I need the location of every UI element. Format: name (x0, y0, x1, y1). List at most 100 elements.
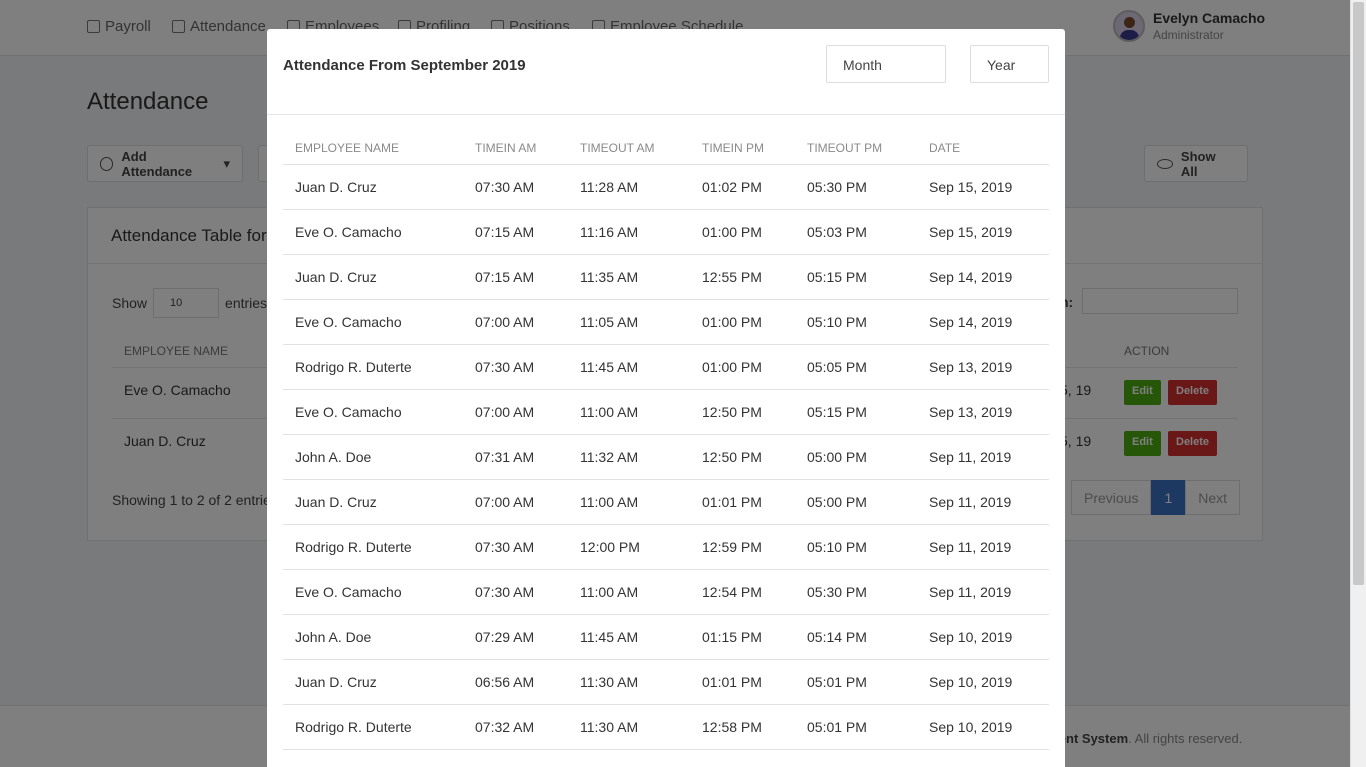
table-row: John A. Doe 07:29 AM 11:45 AM 01:15 PM 05:14… (283, 615, 1049, 660)
table-row: John A. Doe 07:31 AM 11:32 AM 12:50 PM 05:00… (283, 435, 1049, 480)
cell-timein-am: 07:00 AM (475, 314, 535, 330)
cell-timein-am: 07:00 AM (475, 404, 535, 420)
cell-employee-name: Rodrigo R. Duterte (295, 719, 412, 735)
cell-timeout-pm: 05:05 PM (807, 359, 867, 375)
cell-timein-pm: 01:00 PM (702, 314, 762, 330)
modal-header: Attendance From September 2019 Month Yea… (267, 29, 1065, 115)
cell-timeout-pm: 05:14 PM (807, 629, 867, 645)
cell-timeout-pm: 05:30 PM (807, 179, 867, 195)
cell-timeout-am: 11:16 AM (580, 224, 639, 240)
cell-timeout-am: 11:30 AM (580, 719, 639, 735)
attendance-modal: Attendance From September 2019 Month Yea… (267, 29, 1065, 767)
scrollbar[interactable] (1350, 0, 1366, 767)
col-date: DATE (929, 141, 961, 155)
month-select[interactable]: Month (826, 45, 946, 83)
table-row: Juan D. Cruz 07:00 AM 11:00 AM 01:01 PM 05:0… (283, 480, 1049, 525)
table-row: Rodrigo R. Duterte 07:32 AM 11:30 AM 12:58 … (283, 705, 1049, 750)
cell-employee-name: Eve O. Camacho (295, 314, 402, 330)
cell-date: Sep 15, 2019 (929, 179, 1013, 195)
table-row: Juan D. Cruz 06:56 AM 11:30 AM 01:01 PM 05:0… (283, 660, 1049, 705)
cell-employee-name: Rodrigo R. Duterte (295, 359, 412, 375)
cell-date: Sep 10, 2019 (929, 719, 1013, 735)
cell-timein-am: 07:31 AM (475, 449, 535, 465)
cell-timein-am: 07:29 AM (475, 629, 535, 645)
cell-timeout-pm: 05:15 PM (807, 404, 867, 420)
cell-timein-am: 07:15 AM (475, 224, 535, 240)
col-employee-name: EMPLOYEE NAME (295, 141, 400, 155)
table-row: Eve O. Camacho 07:00 AM 11:00 AM 12:50 PM 05… (283, 390, 1049, 435)
cell-timeout-am: 11:00 AM (580, 494, 639, 510)
cell-timein-pm: 01:00 PM (702, 359, 762, 375)
cell-employee-name: John A. Doe (295, 629, 372, 645)
cell-timeout-pm: 05:00 PM (807, 494, 867, 510)
cell-timein-pm: 12:50 PM (702, 404, 762, 420)
cell-employee-name: Juan D. Cruz (295, 179, 377, 195)
cell-timeout-pm: 05:01 PM (807, 674, 867, 690)
table-row: Juan D. Cruz 07:30 AM 11:28 AM 01:02 PM 05:3… (283, 165, 1049, 210)
table-row: Eve O. Camacho 07:00 AM 11:05 AM 01:00 PM 05… (283, 300, 1049, 345)
cell-timeout-am: 12:00 PM (580, 539, 640, 555)
cell-timeout-am: 11:45 AM (580, 359, 639, 375)
cell-employee-name: Eve O. Camacho (295, 404, 402, 420)
cell-date: Sep 11, 2019 (929, 584, 1012, 600)
cell-date: Sep 10, 2019 (929, 674, 1013, 690)
cell-employee-name: Juan D. Cruz (295, 269, 377, 285)
cell-date: Sep 13, 2019 (929, 404, 1013, 420)
cell-timein-am: 07:30 AM (475, 179, 535, 195)
col-timein-am: TIMEIN AM (475, 141, 537, 155)
cell-timein-pm: 12:58 PM (702, 719, 762, 735)
cell-timein-am: 07:30 AM (475, 539, 535, 555)
cell-timeout-am: 11:28 AM (580, 179, 639, 195)
cell-timein-am: 07:15 AM (475, 269, 535, 285)
table-row: Eve O. Camacho 07:15 AM 11:16 AM 01:00 PM 05… (283, 210, 1049, 255)
cell-timeout-pm: 05:03 PM (807, 224, 867, 240)
cell-timein-pm: 12:59 PM (702, 539, 762, 555)
cell-timeout-pm: 05:01 PM (807, 719, 867, 735)
cell-timeout-pm: 05:30 PM (807, 584, 867, 600)
attendance-table: EMPLOYEE NAME TIMEIN AM TIMEOUT AM TIMEI… (283, 133, 1049, 750)
scrollbar-thumb[interactable] (1353, 2, 1364, 585)
cell-date: Sep 11, 2019 (929, 494, 1012, 510)
cell-timeout-pm: 05:10 PM (807, 539, 867, 555)
col-timeout-pm: TIMEOUT PM (807, 141, 883, 155)
table-row: Juan D. Cruz 07:15 AM 11:35 AM 12:55 PM 05:1… (283, 255, 1049, 300)
cell-timein-pm: 01:01 PM (702, 674, 762, 690)
cell-timeout-am: 11:05 AM (580, 314, 639, 330)
table-row: Eve O. Camacho 07:30 AM 11:00 AM 12:54 PM 05… (283, 570, 1049, 615)
col-timeout-am: TIMEOUT AM (580, 141, 655, 155)
cell-timeout-am: 11:45 AM (580, 629, 639, 645)
cell-date: Sep 14, 2019 (929, 269, 1013, 285)
cell-timein-pm: 01:15 PM (702, 629, 762, 645)
cell-timeout-am: 11:00 AM (580, 584, 639, 600)
cell-date: Sep 10, 2019 (929, 629, 1013, 645)
cell-employee-name: Rodrigo R. Duterte (295, 539, 412, 555)
col-timein-pm: TIMEIN PM (702, 141, 764, 155)
cell-date: Sep 13, 2019 (929, 359, 1013, 375)
year-select[interactable]: Year (970, 45, 1049, 83)
modal-title: Attendance From September 2019 (283, 57, 526, 74)
cell-date: Sep 11, 2019 (929, 449, 1012, 465)
cell-timeout-am: 11:32 AM (580, 449, 639, 465)
cell-timeout-pm: 05:00 PM (807, 449, 867, 465)
cell-timeout-pm: 05:15 PM (807, 269, 867, 285)
cell-timein-am: 07:00 AM (475, 494, 535, 510)
table-header: EMPLOYEE NAME TIMEIN AM TIMEOUT AM TIMEI… (283, 133, 1049, 165)
cell-timein-pm: 12:50 PM (702, 449, 762, 465)
cell-timeout-am: 11:30 AM (580, 674, 639, 690)
cell-timeout-am: 11:00 AM (580, 404, 639, 420)
cell-timein-pm: 01:01 PM (702, 494, 762, 510)
table-row: Rodrigo R. Duterte 07:30 AM 12:00 PM 12:59 … (283, 525, 1049, 570)
table-row: Rodrigo R. Duterte 07:30 AM 11:45 AM 01:00 … (283, 345, 1049, 390)
cell-timein-am: 07:30 AM (475, 359, 535, 375)
cell-timein-am: 07:30 AM (475, 584, 535, 600)
cell-date: Sep 14, 2019 (929, 314, 1013, 330)
cell-date: Sep 15, 2019 (929, 224, 1013, 240)
cell-timein-pm: 01:00 PM (702, 224, 762, 240)
cell-timein-pm: 12:54 PM (702, 584, 762, 600)
cell-employee-name: John A. Doe (295, 449, 372, 465)
table-body: Juan D. Cruz 07:30 AM 11:28 AM 01:02 PM 05:3… (283, 165, 1049, 750)
cell-employee-name: Juan D. Cruz (295, 494, 377, 510)
cell-timeout-pm: 05:10 PM (807, 314, 867, 330)
cell-employee-name: Eve O. Camacho (295, 224, 402, 240)
cell-employee-name: Juan D. Cruz (295, 674, 377, 690)
